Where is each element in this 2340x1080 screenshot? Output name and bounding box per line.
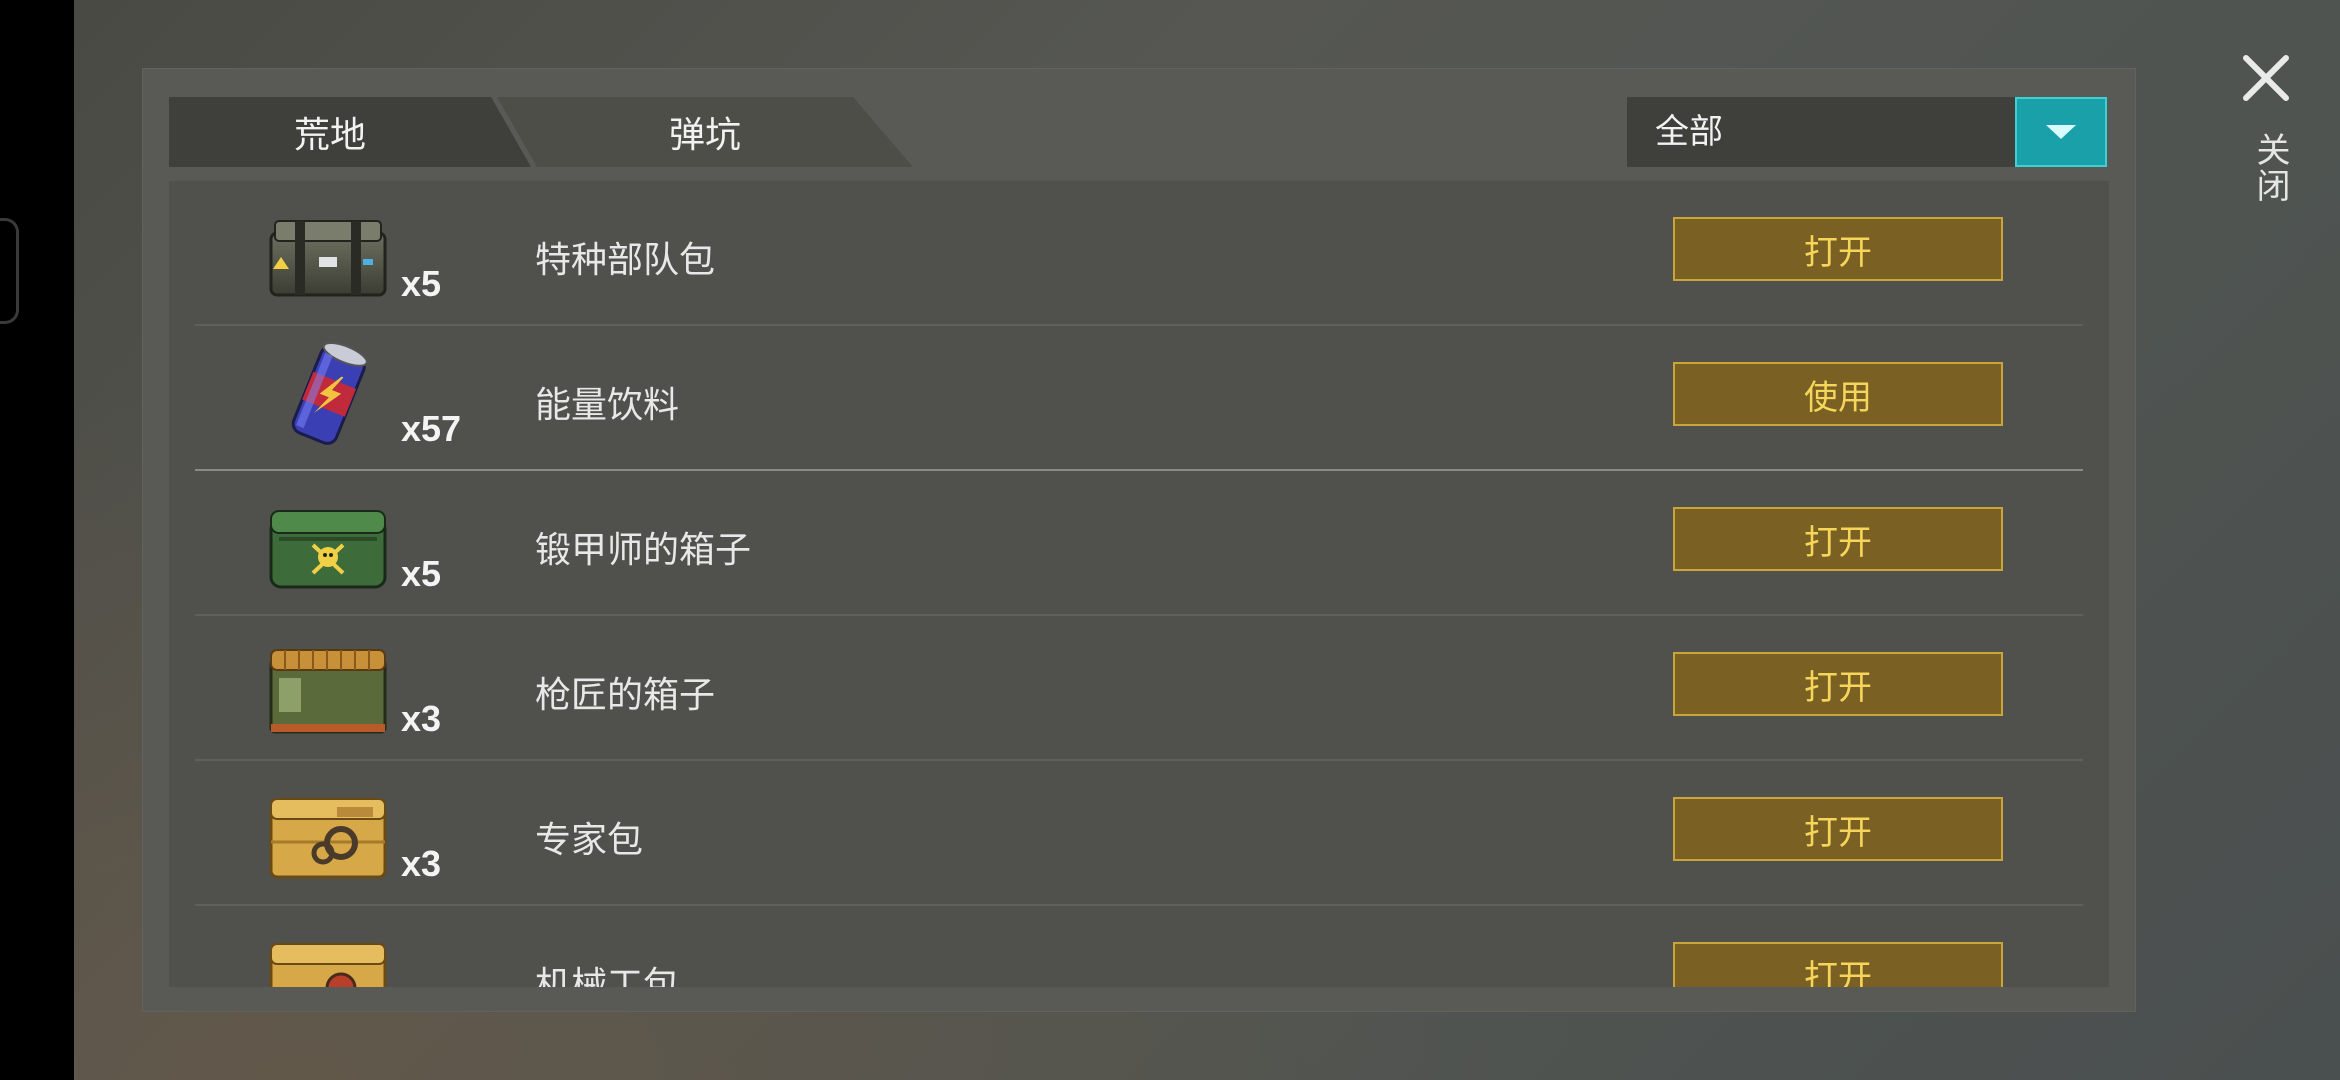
open-button[interactable]: 打开 [1673, 797, 2003, 861]
item-quantity: x5 [401, 263, 442, 304]
military-case-icon [269, 220, 387, 297]
item-name: 能量饮料 [535, 385, 680, 426]
expert-crate-icon [269, 798, 387, 879]
filter-dropdown[interactable]: 全部 [1627, 97, 2107, 167]
dropdown-toggle-button[interactable] [2015, 97, 2107, 167]
list-item: x5 特种部队包 打开 [169, 181, 2109, 326]
item-quantity: x57 [401, 408, 462, 449]
open-button[interactable]: 打开 [1673, 942, 2003, 987]
list-item: x57 能量饮料 使用 [169, 326, 2109, 471]
item-name: 专家包 [535, 820, 644, 861]
list-item: x3 枪匠的箱子 打开 [169, 616, 2109, 761]
item-name: 枪匠的箱子 [535, 675, 716, 716]
item-name: 锻甲师的箱子 [535, 530, 752, 571]
close-icon [2243, 55, 2289, 101]
open-button[interactable]: 打开 [1673, 507, 2003, 571]
chevron-down-icon [2046, 125, 2076, 139]
close-label: 关闭 [2250, 132, 2290, 204]
use-button[interactable]: 使用 [1673, 362, 2003, 426]
item-name: 机械工包 [535, 965, 680, 987]
tab-wasteland[interactable]: 荒地 [169, 97, 531, 167]
item-quantity: x3 [401, 698, 442, 739]
armorer-chest-icon [269, 510, 387, 589]
energy-drink-icon [291, 341, 368, 445]
filter-selected-label: 全部 [1655, 112, 1723, 152]
mechanic-crate-icon [269, 943, 387, 987]
list-item: x5 锻甲师的箱子 打开 [169, 471, 2109, 616]
open-button[interactable]: 打开 [1673, 217, 2003, 281]
open-button[interactable]: 打开 [1673, 652, 2003, 716]
screen-edge-notch [0, 218, 19, 324]
gunsmith-crate-icon [269, 649, 387, 734]
list-item: 机械工包 打开 [169, 906, 2109, 987]
item-quantity: x3 [401, 843, 442, 884]
item-name: 特种部队包 [535, 240, 716, 281]
tab-crater[interactable]: 弹坑 [497, 97, 913, 167]
inventory-panel: 荒地 弹坑 全部 x5 特种部队包 打开 x57 能量饮料 使用 x5 锻甲师的… [142, 68, 2136, 1012]
list-item: x3 专家包 打开 [169, 761, 2109, 906]
item-quantity: x5 [401, 553, 442, 594]
item-list[interactable]: x5 特种部队包 打开 x57 能量饮料 使用 x5 锻甲师的箱子 打开 x3 … [169, 181, 2109, 987]
close-button[interactable]: 关闭 [2230, 40, 2314, 220]
